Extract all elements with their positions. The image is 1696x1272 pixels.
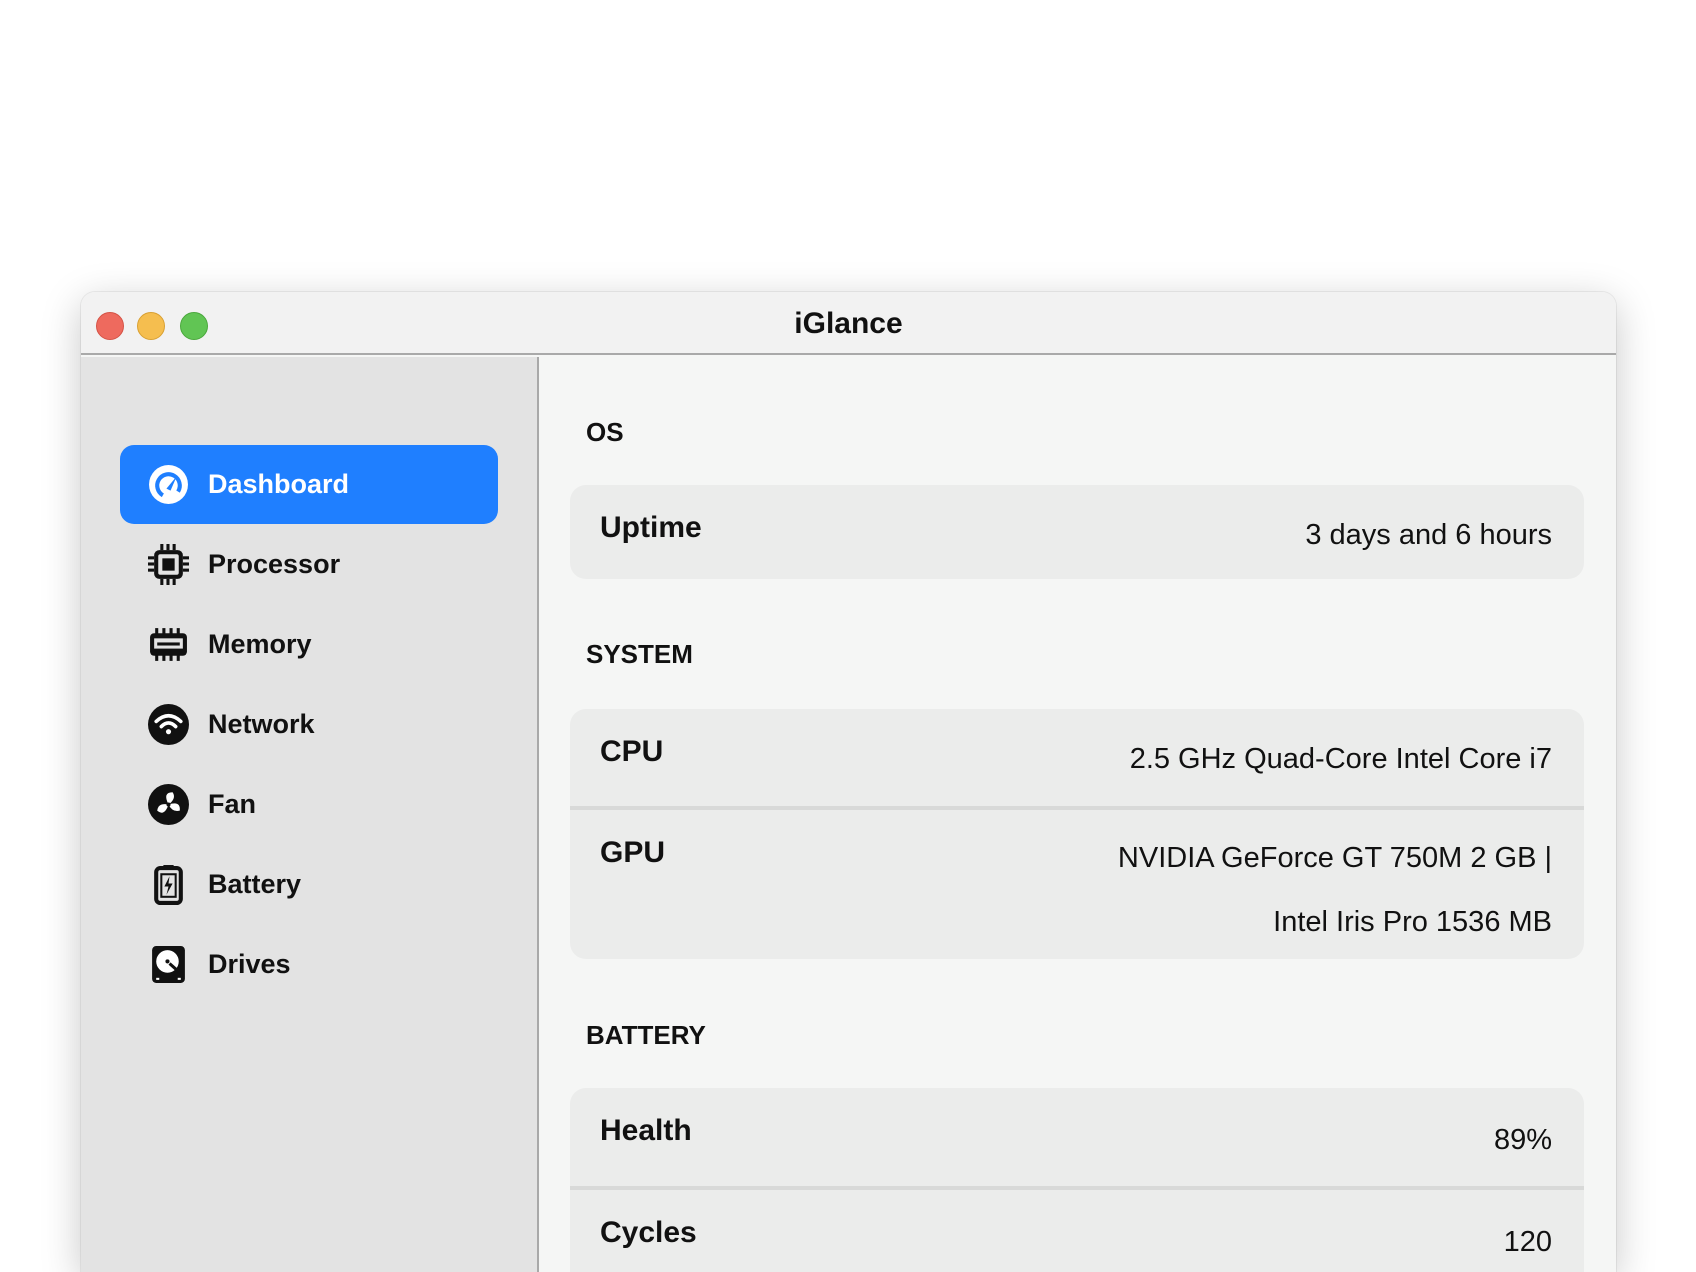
sidebar-item-label: Memory [208,629,312,659]
battery-card: Health 89% Cycles 120 [570,1088,1584,1272]
sidebar-item-label: Battery [208,869,302,899]
row-value: 89% [1493,1124,1552,1156]
sidebar-item-label: Processor [208,549,341,579]
sidebar-item-label: Fan [208,789,257,819]
sidebar-item-label: Drives [208,949,291,979]
wifi-icon [148,704,189,745]
sidebar: Dashboard Processor Memory Network Fan B… [81,357,539,1272]
section-heading-os: OS [586,417,624,447]
info-row-health: Health 89% [570,1088,1584,1186]
section-heading-battery: BATTERY [586,1020,706,1050]
sidebar-item-memory[interactable]: Memory [120,605,498,684]
gauge-icon [149,465,188,504]
row-value: 120 [1503,1226,1552,1258]
window-title: iGlance [794,307,903,340]
app-window: iGlance Dashboard Processor Memory Netwo… [81,292,1616,1272]
battery-icon [154,865,183,905]
title-bar: iGlance [81,292,1616,355]
section-heading-system: SYSTEM [586,639,693,669]
sidebar-item-network[interactable]: Network [120,685,498,764]
row-label: Cycles [600,1216,697,1249]
sidebar-item-drives[interactable]: Drives [120,925,498,1004]
drive-icon [152,946,185,983]
cpu-icon [148,544,189,585]
sidebar-item-fan[interactable]: Fan [120,765,498,844]
row-value: 3 days and 6 hours [1305,519,1552,551]
sidebar-item-label: Dashboard [208,469,350,499]
row-value: 2.5 GHz Quad-Core Intel Core i7 [1129,743,1552,775]
sidebar-item-dashboard[interactable]: Dashboard [120,445,498,524]
dashboard-content: OS Uptime 3 days and 6 hours SYSTEM CPU … [541,357,1616,1272]
fan-icon [148,784,189,825]
sidebar-item-battery[interactable]: Battery [120,845,498,924]
info-row-uptime: Uptime 3 days and 6 hours [570,485,1584,579]
info-row-gpu: GPU NVIDIA GeForce GT 750M 2 GB | Intel … [570,806,1584,959]
row-label: CPU [600,735,664,768]
info-row-cpu: CPU 2.5 GHz Quad-Core Intel Core i7 [570,709,1584,806]
memory-icon [150,628,187,661]
row-label: Health [600,1114,692,1147]
info-row-cycles: Cycles 120 [570,1186,1584,1272]
row-value-line2: Intel Iris Pro 1536 MB [1273,906,1552,938]
system-card: CPU 2.5 GHz Quad-Core Intel Core i7 GPU … [570,709,1584,959]
row-label: Uptime [600,511,702,544]
sidebar-item-processor[interactable]: Processor [120,525,498,604]
row-value-line1: NVIDIA GeForce GT 750M 2 GB | [1117,842,1552,874]
os-card: Uptime 3 days and 6 hours [570,485,1584,579]
sidebar-item-label: Network [208,709,315,739]
row-label: GPU [600,836,666,869]
